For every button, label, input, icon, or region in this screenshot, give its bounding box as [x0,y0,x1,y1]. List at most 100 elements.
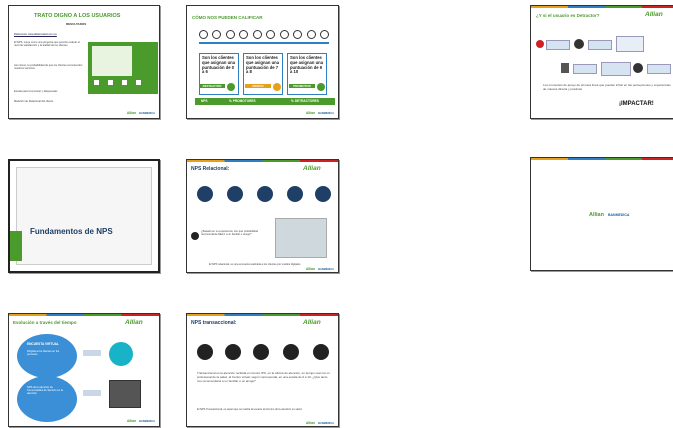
allianz-logo: Allian [305,267,316,271]
slide8-footer-logos: Allian BANMEDICA [306,421,334,425]
slide5-color-bar [187,160,338,162]
scale-circle-icon [252,30,262,39]
slide-thumbnail-6[interactable]: Allian BANMEDICA [530,157,673,271]
promoter-tag: PROMOTOR [289,84,315,88]
flow-arrow [588,40,612,50]
icon-circle-3 [253,344,269,360]
arrow-icon [83,390,101,396]
slide7-color-bar [9,314,159,316]
allianz-logo: Allian [589,212,604,218]
flow-arrow [616,36,644,52]
happy-face-icon [317,83,325,91]
icon-circle-1 [197,344,213,360]
person-icon [574,39,584,49]
slide1-green-panel [88,42,158,94]
allianz-logo: Allian [305,421,316,425]
flow-arrow [546,40,570,50]
icon-circle-2 [225,344,241,360]
scale-circle-icon [199,30,208,39]
slide5-note: El NPS relacional, es una encuesta reali… [209,263,301,266]
slide4-title: Fundamentos de NPS [30,227,113,236]
slide-thumbnail-2[interactable]: CÓMO NOS PUEDEN CALIFICAR Son los client… [186,5,339,119]
slide2-footer-logos: Allian BANMEDICA [306,111,334,115]
slide8-body: Transaccional es la atención recibida en… [197,371,330,383]
slide3-flow-row [561,60,673,78]
passive-tag: PASIVO [245,84,271,88]
slide-thumbnail-7[interactable]: Evolución a través del tiempo Allian ENC… [8,313,160,427]
icon-circle-4 [287,186,303,202]
slide7-footer-logos: Allian BANMEDICA [127,419,155,423]
banmedica-logo: BANMEDICA [318,267,334,271]
scale-circle-icon [306,30,316,39]
icon-circle-2 [227,186,243,202]
slide-thumbnail-8[interactable]: NPS transaccional: Allian Transaccional … [186,313,339,427]
slide1-subtitle: RESULTADOS [66,22,87,26]
slide2-scale [199,30,329,40]
person-icon [633,63,643,73]
scale-circle-icon [266,30,276,39]
warning-icon [536,40,544,48]
slide-thumbnail-3[interactable]: ¿Y si el usuario es Detractor? Allian Lo… [530,5,673,119]
scale-circle-icon [293,30,303,39]
square-icon [108,80,113,85]
slide7-device-image [109,380,141,408]
flow-arrow [573,64,597,74]
slide4-inner-frame [16,167,152,265]
icon-circle-4 [283,344,299,360]
allianz-logo: Allian [645,11,663,18]
banmedica-logo: BANMEDICA [139,419,155,423]
square-icon [122,80,127,85]
slide1-paragraph: Medición de Relacional del cliente [14,100,54,103]
slide1-footer-logos: Allian BANMEDICA [127,111,155,115]
neutral-face-icon [273,83,281,91]
slide7-bubble-1: ENCUESTA VIRTUAL Dirigida a los clientes… [17,334,77,378]
slide6-color-bar [531,158,673,160]
slide3-flow-row [536,36,673,54]
scale-circle-icon [239,30,249,39]
slide4-green-tab [10,231,22,261]
slide6-logos: Allian BANMEDICA [589,212,629,218]
slide5-footer-logos: Allian BANMEDICA [306,267,334,271]
flow-arrow [601,62,631,76]
square-icon [94,80,99,85]
slide8-note: El NPS Transaccional, es aquel que se re… [197,408,302,411]
slide3-caption: Los momentos de apoyo de primera línea q… [543,83,671,91]
sad-face-icon [227,83,235,91]
slide1-paragraph: Escala para Comunicar y Respuestas [14,90,58,93]
icon-circle-5 [313,344,329,360]
banmedica-logo: BANMEDICA [607,213,630,217]
icon-circle-3 [257,186,273,202]
slide-thumbnail-5[interactable]: NPS Relacional: Allian ¿Basado en su exp… [186,159,339,273]
slide5-photo [275,218,327,258]
slide-thumbnail-1[interactable]: TRATO DIGNO A LOS USUARIOS RESULTADOS Re… [8,5,160,119]
icon-circle-1 [197,186,213,202]
slide2-bracket-line [199,42,329,44]
allianz-logo: Allian [126,419,137,423]
slide-thumbnail-4[interactable]: Fundamentos de NPS [8,159,160,273]
slide7-bubble-2: NPS de la atención de Comunidades de Ser… [17,376,77,422]
banmedica-logo: BANMEDICA [139,111,155,115]
allianz-logo: Allian [305,111,316,115]
allianz-logo: Allian [125,319,143,326]
slide5-question: ¿Basado en su experiencia, con qué proba… [201,230,258,237]
slide5-title: NPS Relacional: [191,166,230,172]
edit-icon [109,342,133,366]
slide5-avatar-icon [191,232,199,240]
slide1-paragraph: Así mismo, la probabilidad de que los cl… [14,64,83,71]
slide1-icon-row [94,80,154,86]
allianz-logo: Allian [303,165,321,172]
slide1-title: TRATO DIGNO A LOS USUARIOS [34,13,121,19]
slide7-title: Evolución a través del tiempo [13,320,77,325]
arrow-icon [83,350,101,356]
slide8-title: NPS transaccional: [191,320,237,326]
slide2-formula-band: NPS % PROMOTORES % DETRACTORES [195,98,335,105]
slide3-title: ¿Y si el usuario es Detractor? [536,13,600,18]
banmedica-logo: BANMEDICA [318,111,334,115]
slide3-color-bar [531,6,673,8]
icon-circle-5 [315,186,331,202]
document-icon [561,63,569,73]
slide3-impact: ¡IMPACTAR! [619,101,654,107]
banmedica-logo: BANMEDICA [318,421,334,425]
scale-circle-icon [212,30,222,39]
scale-circle-icon [319,30,329,39]
